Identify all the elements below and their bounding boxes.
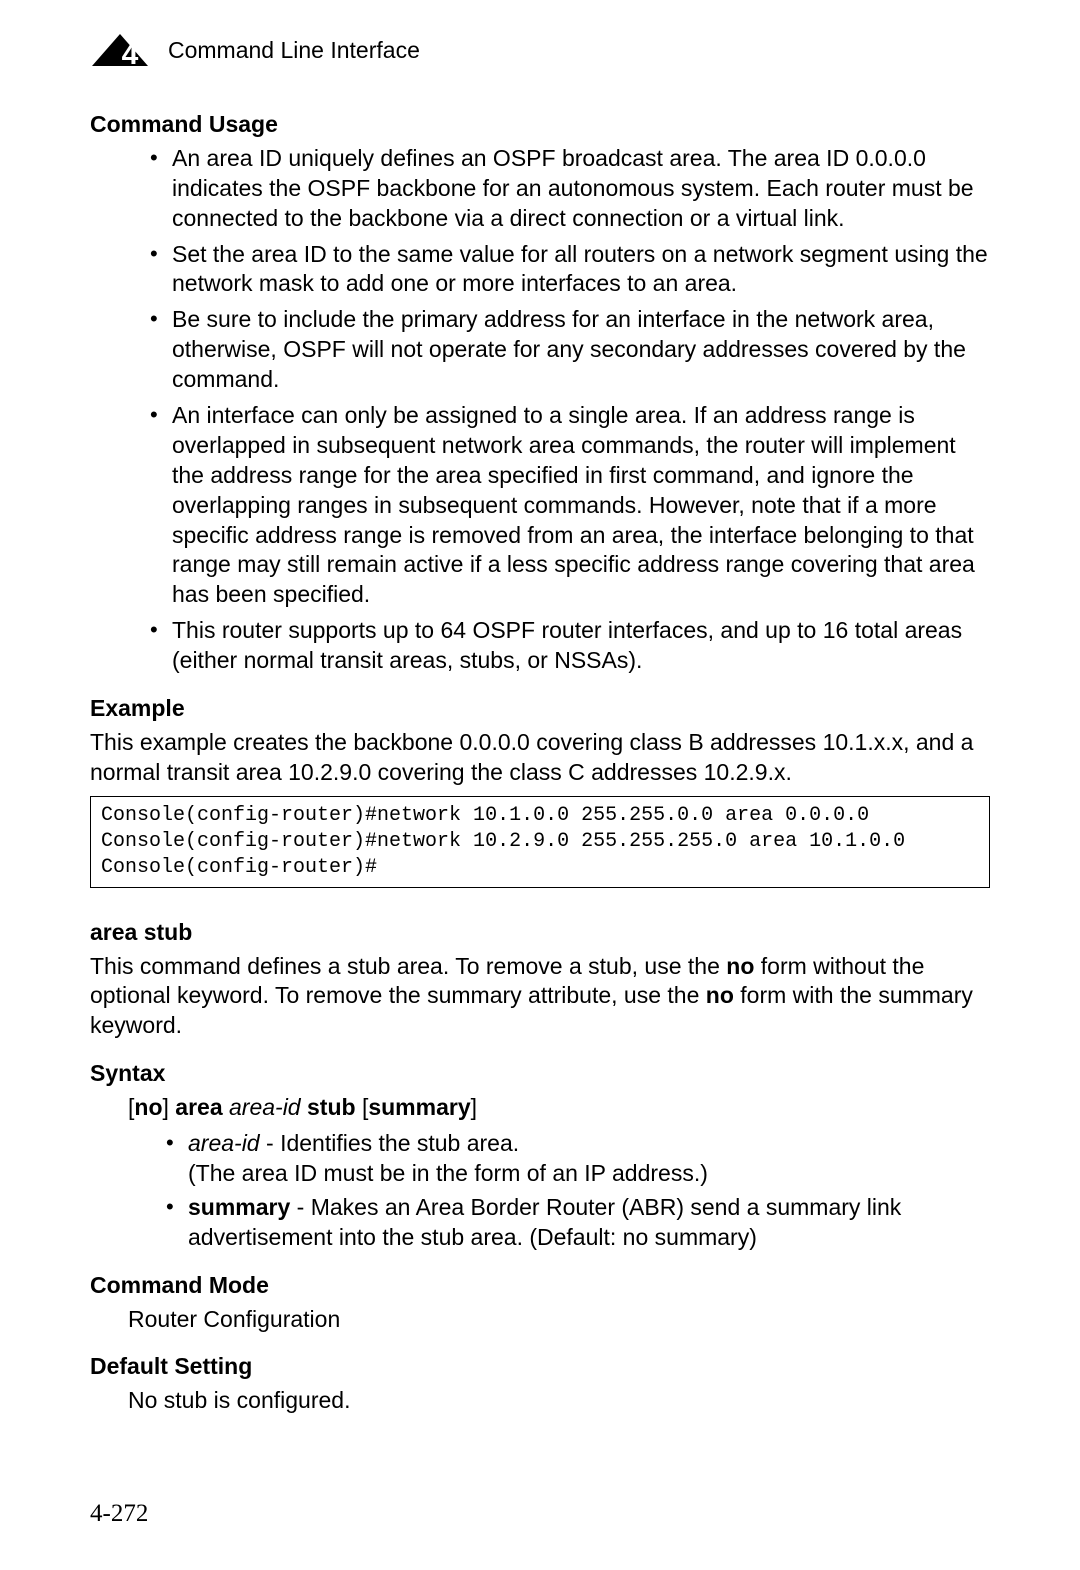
list-item: Be sure to include the primary address f…	[172, 305, 990, 395]
list-item: Set the area ID to the same value for al…	[172, 240, 990, 300]
heading-default-setting: Default Setting	[90, 1352, 990, 1382]
kw-summary: summary	[368, 1094, 470, 1120]
command-mode-value: Router Configuration	[128, 1305, 990, 1335]
sep: -	[260, 1130, 280, 1156]
bracket: ]	[471, 1094, 477, 1120]
list-item: An interface can only be assigned to a s…	[172, 401, 990, 610]
list-item: summary - Makes an Area Border Router (A…	[188, 1193, 990, 1253]
param-name: summary	[188, 1194, 290, 1220]
page-header: 4 Command Line Interface	[90, 30, 990, 70]
area-stub-desc: This command defines a stub area. To rem…	[90, 952, 990, 1042]
bracket: ]	[163, 1094, 176, 1120]
kw-area: area	[175, 1094, 222, 1120]
page-number: 4-272	[90, 1498, 148, 1531]
chapter-badge-icon: 4	[90, 30, 150, 70]
example-intro: This example creates the backbone 0.0.0.…	[90, 728, 990, 788]
param-name: area-id	[188, 1130, 260, 1156]
sep: -	[290, 1194, 310, 1220]
default-setting-value: No stub is configured.	[128, 1386, 990, 1416]
list-item: An area ID uniquely defines an OSPF broa…	[172, 144, 990, 234]
param-area-id: area-id	[229, 1094, 301, 1120]
heading-command-usage: Command Usage	[90, 110, 990, 140]
keyword-no: no	[726, 953, 754, 979]
kw-no: no	[134, 1094, 162, 1120]
list-item: area-id - Identifies the stub area. (The…	[188, 1129, 990, 1189]
param-desc-2: (The area ID must be in the form of an I…	[188, 1160, 708, 1186]
heading-syntax: Syntax	[90, 1059, 990, 1089]
example-code: Console(config-router)#network 10.1.0.0 …	[90, 796, 990, 888]
command-usage-list: An area ID uniquely defines an OSPF broa…	[90, 144, 990, 676]
text: This command defines a stub area. To rem…	[90, 953, 726, 979]
heading-example: Example	[90, 694, 990, 724]
syntax-param-list: area-id - Identifies the stub area. (The…	[90, 1129, 990, 1253]
header-title: Command Line Interface	[168, 36, 420, 66]
param-desc: Identifies the stub area.	[280, 1130, 519, 1156]
heading-area-stub: area stub	[90, 918, 990, 948]
syntax-line: [no] area area-id stub [summary]	[128, 1093, 990, 1123]
keyword-no: no	[706, 982, 734, 1008]
list-item: This router supports up to 64 OSPF route…	[172, 616, 990, 676]
chapter-number: 4	[122, 38, 139, 70]
heading-command-mode: Command Mode	[90, 1271, 990, 1301]
kw-stub: stub	[307, 1094, 356, 1120]
